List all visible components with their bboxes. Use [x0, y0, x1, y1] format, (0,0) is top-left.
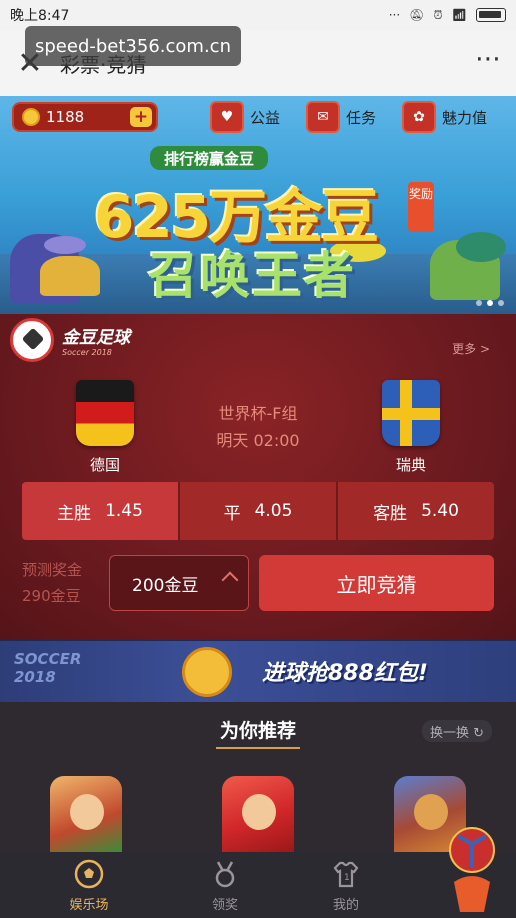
- nav-label: 娱乐场: [69, 898, 109, 913]
- charm-label: 魅力值: [442, 108, 488, 127]
- bet-amount-value: 200金豆: [132, 575, 199, 596]
- task-link[interactable]: ✉ 任务: [306, 100, 376, 134]
- game-tile[interactable]: [50, 776, 122, 852]
- match-time: 明天 02:00: [216, 431, 300, 450]
- alarm-icon: ⏰︎: [433, 7, 443, 22]
- predict-label: 预测奖金: [22, 561, 83, 579]
- odd-away-win[interactable]: 客胜 5.40: [338, 482, 494, 540]
- away-team: 瑞典: [376, 380, 446, 475]
- carousel-dot: [476, 300, 482, 306]
- germany-flag-icon: [76, 380, 134, 446]
- status-time: 晚上8:47: [10, 8, 70, 24]
- bet-now-button[interactable]: 立即竞猜: [259, 555, 494, 611]
- charm-link[interactable]: ✿ 魅力值: [402, 100, 487, 134]
- task-label: 任务: [346, 108, 377, 127]
- more-button[interactable]: ⋯: [475, 44, 502, 74]
- predict-value: 290金豆: [22, 587, 81, 605]
- promo-strip[interactable]: SOCCER 2018 进球抢888红包!: [0, 640, 516, 702]
- game-tile[interactable]: [222, 776, 294, 852]
- odd-home-win[interactable]: 主胜 1.45: [22, 482, 180, 540]
- chevron-up-icon: [221, 571, 239, 589]
- mascot-icon[interactable]: [434, 822, 504, 914]
- task-icon: ✉: [306, 101, 340, 133]
- banner-subtitle: 排行榜赢金豆: [150, 146, 269, 170]
- match-card: 金豆足球 Soccer 2018 更多 > 德国 世界杯-F组 明天 02:00…: [0, 314, 516, 640]
- charity-link[interactable]: ♥ 公益: [210, 100, 280, 134]
- jersey-icon: 1: [330, 858, 362, 890]
- more-dots-icon: ···: [388, 8, 401, 22]
- soccer-ball-icon: [10, 318, 54, 362]
- odd-value: 5.40: [421, 501, 459, 521]
- soccer-ball-icon: [73, 858, 105, 890]
- odd-draw[interactable]: 平 4.05: [180, 482, 338, 540]
- bet-amount-select[interactable]: 200金豆: [109, 555, 249, 611]
- sweden-flag-icon: [382, 380, 440, 446]
- watermark: speed-bet356.com.cn: [25, 26, 241, 66]
- away-team-name: 瑞典: [395, 456, 426, 474]
- charity-label: 公益: [250, 108, 281, 127]
- home-team: 德国: [70, 380, 140, 475]
- carousel-dot: [498, 300, 504, 306]
- nav-label: 领奖: [211, 898, 238, 913]
- match-info: 世界杯-F组 明天 02:00: [188, 400, 328, 454]
- promo-banner[interactable]: 1188 + ♥ 公益 ✉ 任务 ✿ 魅力值 排行榜赢金豆 625万金豆 奖励 …: [0, 96, 516, 314]
- nav-label: 我的: [332, 898, 359, 913]
- flower-icon: ✿: [402, 101, 436, 133]
- banner-headline-2: 召唤王者: [148, 247, 356, 305]
- more-icon: ⋯: [475, 44, 502, 74]
- coin-count: 1188: [46, 108, 85, 126]
- league-label: 世界杯-F组: [218, 404, 298, 423]
- odd-label: 主胜: [57, 503, 92, 524]
- coral-decoration: [40, 256, 100, 296]
- wifi-icon: 📶︎: [451, 8, 467, 22]
- charity-icon: ♥: [210, 101, 244, 133]
- nav-casino[interactable]: 娱乐场: [24, 852, 154, 918]
- coin-balance[interactable]: 1188 +: [12, 102, 158, 132]
- brand-subtitle: Soccer 2018: [62, 348, 112, 357]
- promo-soccer-line1: SOCCER: [14, 650, 82, 668]
- nav-mine[interactable]: 1 我的: [296, 852, 396, 918]
- carousel-dot-active: [487, 300, 493, 306]
- mute-icon: 🔕︎: [409, 8, 425, 22]
- svg-text:1: 1: [344, 873, 350, 883]
- nav-rewards[interactable]: 领奖: [170, 852, 280, 918]
- home-team-name: 德国: [89, 456, 120, 474]
- promo-soccer-line2: 2018: [14, 668, 56, 686]
- coin-icon: [22, 108, 40, 126]
- promo-soccer-logo: SOCCER 2018: [14, 650, 81, 686]
- odd-value: 4.05: [254, 501, 293, 521]
- fish-icon: [44, 236, 86, 254]
- game-character-icon: [242, 794, 276, 830]
- turtle-icon: [456, 232, 506, 262]
- brand-logo: 金豆足球 Soccer 2018: [10, 318, 130, 362]
- predicted-prize: 预测奖金 290金豆: [22, 557, 82, 609]
- battery-icon: [476, 8, 506, 22]
- medal-icon: [209, 858, 241, 890]
- more-link[interactable]: 更多 >: [452, 340, 490, 357]
- game-character-icon: [70, 794, 104, 830]
- brand-title: 金豆足球: [62, 328, 130, 348]
- swap-button[interactable]: 换一换 ↻: [421, 720, 492, 742]
- status-icons: ··· 🔕︎ ⏰︎ 📶︎: [389, 8, 506, 23]
- odd-label: 客胜: [373, 503, 408, 524]
- odds-selector: 主胜 1.45 平 4.05 客胜 5.40: [22, 482, 494, 540]
- odd-label: 平: [223, 503, 241, 524]
- carousel-dots: [476, 300, 504, 306]
- odd-value: 1.45: [105, 501, 143, 521]
- promo-text: 进球抢888红包!: [262, 661, 428, 686]
- reward-badge: 奖励: [408, 182, 434, 232]
- gold-coin-icon: [182, 647, 232, 697]
- add-coins-button[interactable]: +: [130, 107, 152, 127]
